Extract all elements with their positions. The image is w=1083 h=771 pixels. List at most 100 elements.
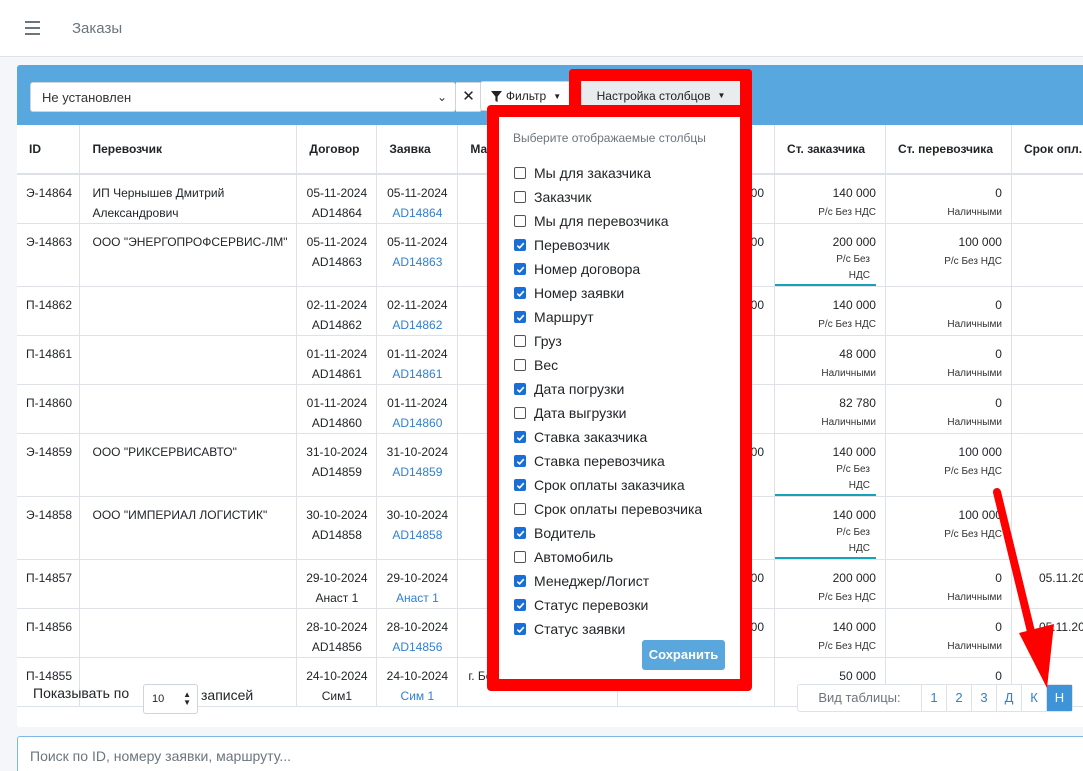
view-option-d[interactable]: Д [997, 685, 1022, 711]
checkbox-unchecked[interactable] [514, 167, 526, 179]
checkbox-checked[interactable] [514, 383, 526, 395]
cell-carrier-rate: 100 000 Р/с Без НДС [885, 433, 1012, 497]
column-option[interactable]: Мы для перевозчика [514, 209, 702, 233]
cell-id: П-14861 [17, 335, 81, 385]
column-option[interactable]: Вес [514, 353, 702, 377]
col-header-contract[interactable]: Договор [296, 125, 378, 175]
contract-number: Сим1 [321, 689, 353, 703]
cell-carrier-rate: 0 Наличными [885, 174, 1012, 224]
column-option[interactable]: Заказчик [514, 185, 702, 209]
checkbox-checked[interactable] [514, 455, 526, 467]
request-link[interactable]: AD14860 [377, 413, 457, 433]
checkbox-checked[interactable] [514, 287, 526, 299]
status-select[interactable]: Не установлен ⌄ [30, 82, 456, 112]
col-header-id[interactable]: ID [17, 125, 81, 175]
checkbox-unchecked[interactable] [514, 551, 526, 563]
request-link[interactable]: AD14863 [377, 252, 457, 272]
check-icon [516, 314, 524, 321]
cell-payment-due [1011, 433, 1083, 497]
column-option[interactable]: Ставка перевозчика [514, 449, 702, 473]
column-option[interactable]: Автомобиль [514, 545, 702, 569]
request-date: 02-11-2024 [387, 298, 448, 312]
column-option[interactable]: Груз [514, 329, 702, 353]
col-header-customer-rate[interactable]: Ст. заказчика [774, 125, 886, 175]
column-option[interactable]: Статус заявки [514, 617, 702, 641]
per-page-select[interactable]: 10 ▲ ▼ [143, 684, 198, 714]
col-header-request[interactable]: Заявка [376, 125, 459, 175]
checkbox-checked[interactable] [514, 311, 526, 323]
checkbox-checked[interactable] [514, 479, 526, 491]
request-link[interactable]: AD14856 [377, 637, 457, 657]
column-option[interactable]: Номер заявки [514, 281, 702, 305]
view-option-n[interactable]: Н [1047, 685, 1072, 711]
view-option-3[interactable]: 3 [972, 685, 997, 711]
view-option-k[interactable]: К [1022, 685, 1047, 711]
request-link[interactable]: AD14864 [377, 203, 457, 223]
columns-settings-label: Настройка столбцов [596, 88, 711, 103]
menu-icon[interactable] [25, 21, 40, 35]
search-input[interactable] [18, 737, 1083, 771]
cell-payment-due [1011, 335, 1083, 385]
per-page-suffix: записей [201, 687, 254, 703]
cell-contract: 02-11-2024 AD14862 [296, 286, 378, 336]
checkbox-unchecked[interactable] [514, 215, 526, 227]
column-option[interactable]: Дата погрузки [514, 377, 702, 401]
request-link[interactable]: Анаст 1 [377, 588, 457, 608]
check-icon [516, 626, 524, 633]
contract-date: 01-11-2024 [306, 347, 368, 361]
request-link[interactable]: Сим 1 [377, 686, 457, 706]
col-header-carrier[interactable]: Перевозчик [79, 125, 298, 175]
cell-payment-due [1011, 496, 1083, 560]
checkbox-checked[interactable] [514, 527, 526, 539]
column-option[interactable]: Статус перевозки [514, 593, 702, 617]
clear-select-button[interactable]: ✕ [456, 82, 482, 112]
carrier-amount: 0 [995, 186, 1002, 200]
column-option[interactable]: Срок оплаты перевозчика [514, 497, 702, 521]
save-columns-button[interactable]: Сохранить [642, 640, 725, 670]
checkbox-checked[interactable] [514, 599, 526, 611]
column-option[interactable]: Менеджер/Логист [514, 569, 702, 593]
cell-customer-rate: 48 000 Наличными [774, 335, 886, 385]
column-option-label: Водитель [534, 525, 596, 541]
column-option-label: Ставка заказчика [534, 429, 648, 445]
status-select-value: Не установлен [42, 90, 132, 105]
customer-payment-type: Р/с Без НДС [775, 252, 876, 286]
column-option[interactable]: Перевозчик [514, 233, 702, 257]
checkbox-checked[interactable] [514, 623, 526, 635]
checkbox-unchecked[interactable] [514, 191, 526, 203]
column-option[interactable]: Ставка заказчика [514, 425, 702, 449]
checkbox-checked[interactable] [514, 239, 526, 251]
cell-contract: 29-10-2024 Анаст 1 [296, 559, 378, 609]
view-option-2[interactable]: 2 [947, 685, 972, 711]
column-option[interactable]: Срок оплаты заказчика [514, 473, 702, 497]
checkbox-unchecked[interactable] [514, 407, 526, 419]
checkbox-unchecked[interactable] [514, 359, 526, 371]
column-option[interactable]: Дата выгрузки [514, 401, 702, 425]
request-link[interactable]: AD14859 [377, 462, 457, 482]
view-option-1[interactable]: 1 [922, 685, 947, 711]
checkbox-unchecked[interactable] [514, 335, 526, 347]
col-header-payment-due[interactable]: Срок опл. [1011, 125, 1083, 175]
columns-dropdown-hint: Выберите отображаемые столбцы [513, 131, 706, 145]
checkbox-checked[interactable] [514, 263, 526, 275]
request-link[interactable]: AD14861 [377, 364, 457, 384]
cell-payment-due: 05.11.20 [1011, 559, 1083, 609]
request-link[interactable]: AD14862 [377, 315, 457, 335]
column-option[interactable]: Мы для заказчика [514, 161, 702, 185]
checkbox-unchecked[interactable] [514, 503, 526, 515]
contract-number: AD14859 [311, 465, 362, 479]
check-icon [516, 530, 524, 537]
request-link[interactable]: AD14858 [377, 525, 457, 545]
request-date: 05-11-2024 [387, 186, 448, 200]
checkbox-checked[interactable] [514, 431, 526, 443]
column-option-label: Маршрут [534, 309, 594, 325]
column-option-label: Заказчик [534, 189, 592, 205]
column-option[interactable]: Водитель [514, 521, 702, 545]
column-option-label: Номер заявки [534, 285, 625, 301]
customer-payment-type: Наличными [821, 368, 876, 379]
col-header-carrier-rate[interactable]: Ст. перевозчика [885, 125, 1012, 175]
checkbox-checked[interactable] [514, 575, 526, 587]
request-date: 29-10-2024 [386, 571, 449, 585]
column-option[interactable]: Номер договора [514, 257, 702, 281]
column-option[interactable]: Маршрут [514, 305, 702, 329]
